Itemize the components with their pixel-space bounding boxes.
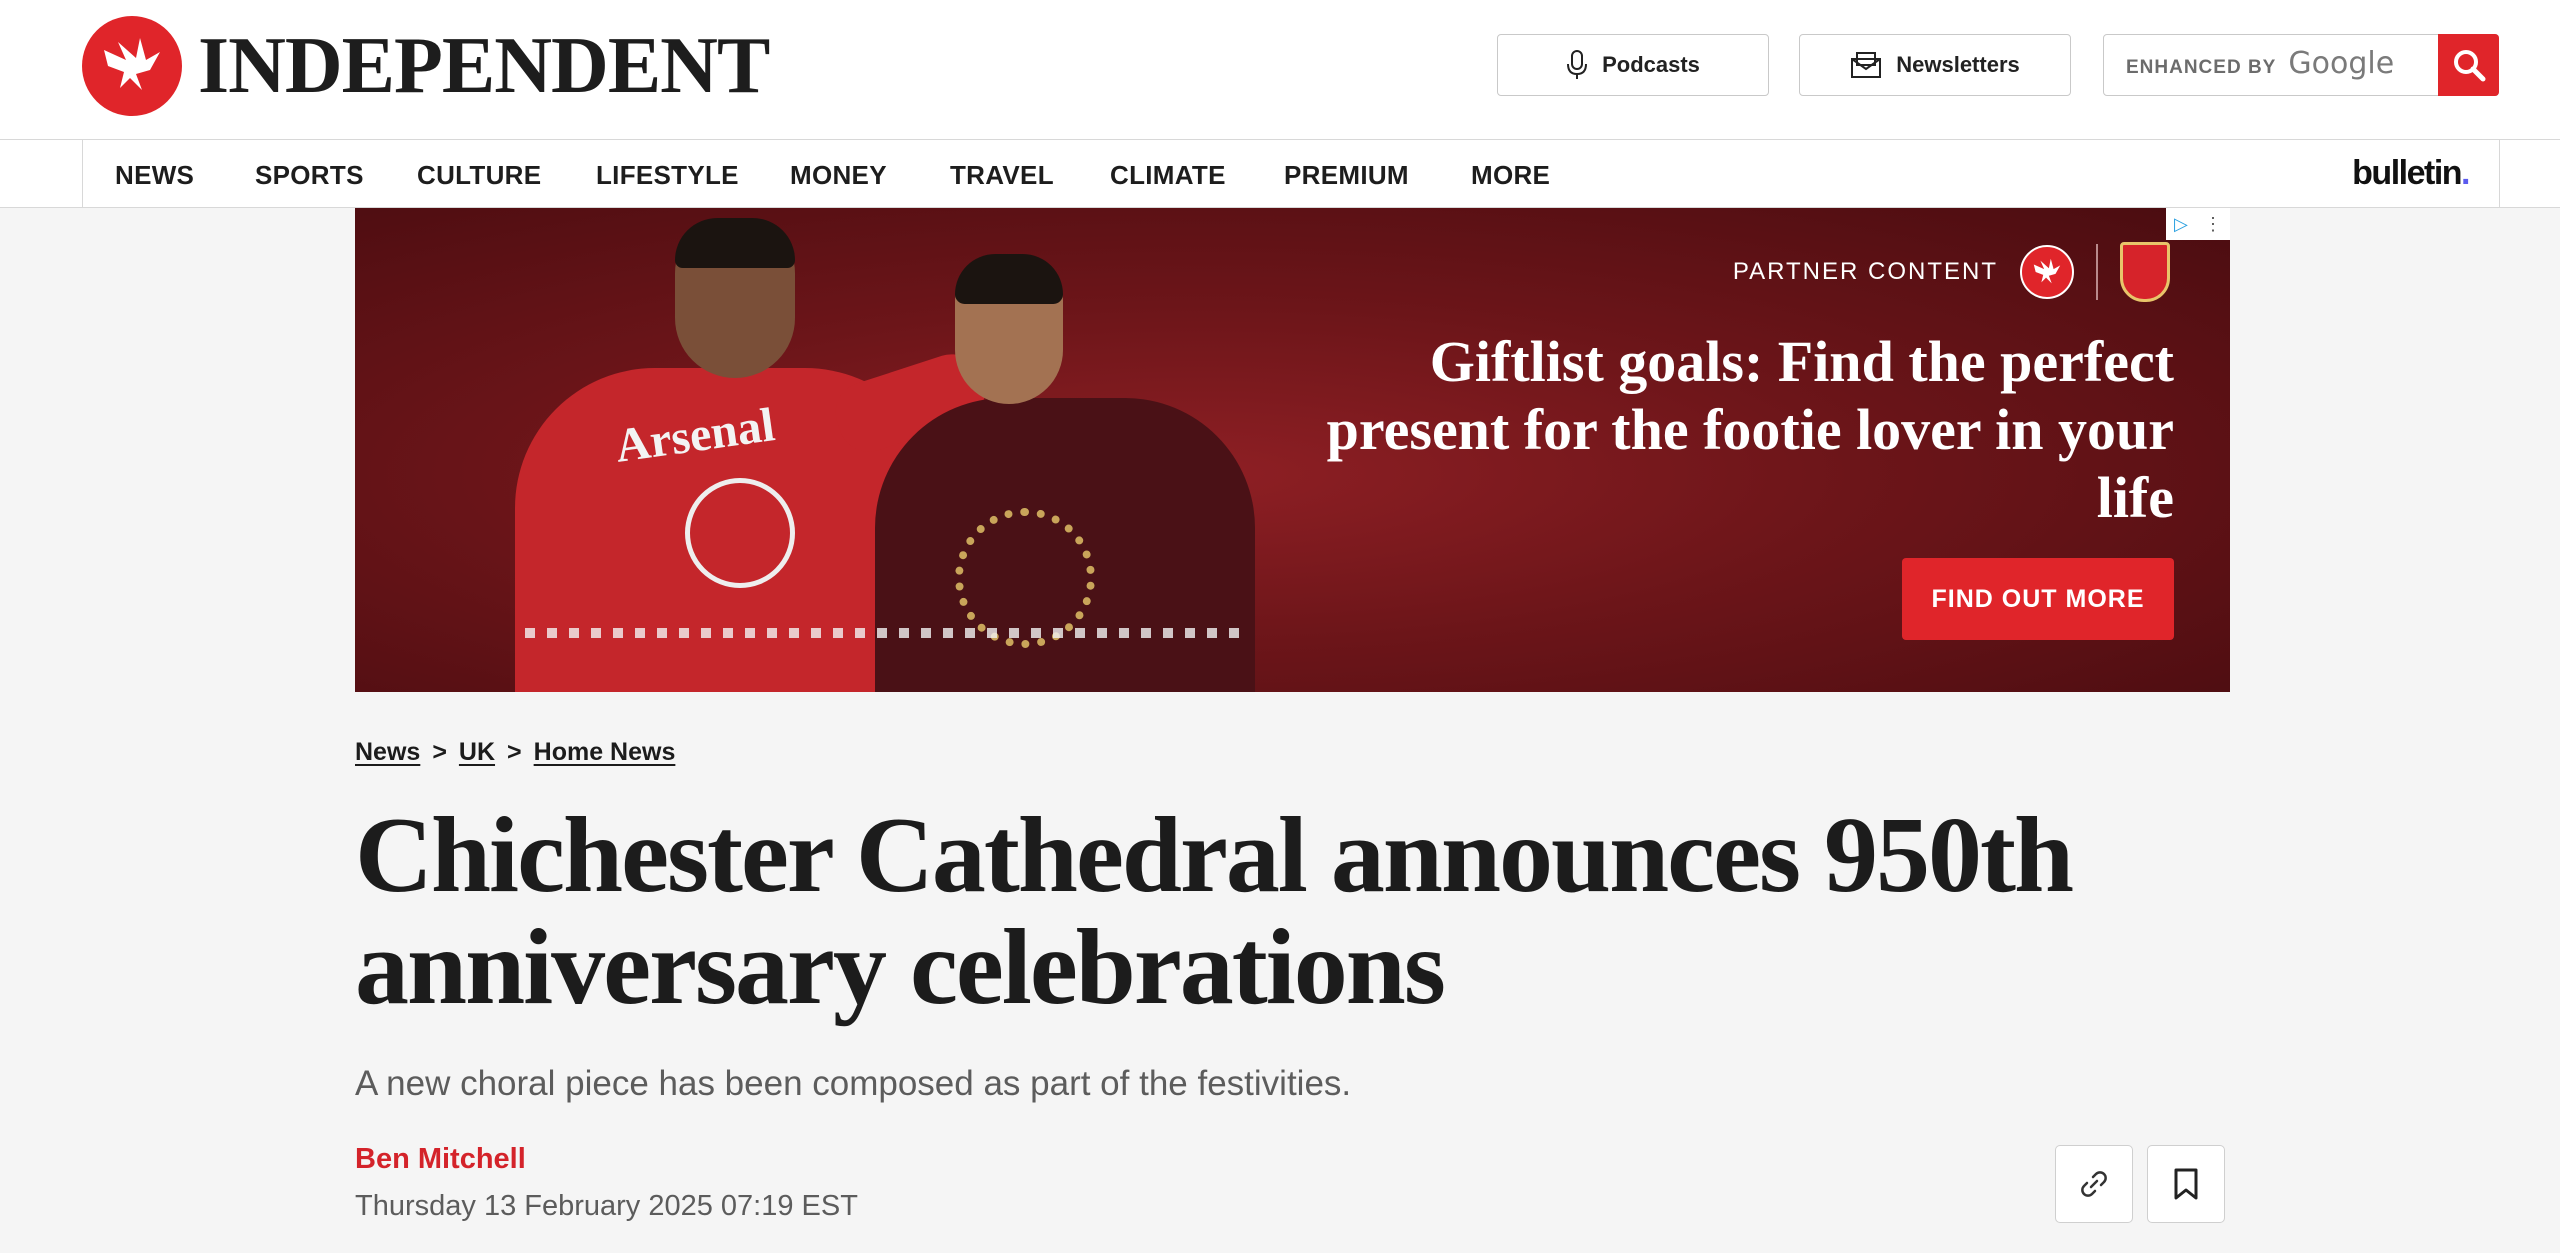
search-icon (2453, 50, 2485, 82)
breadcrumb-news[interactable]: News (355, 738, 420, 767)
logo-wordmark: INDEPENDENT (198, 22, 770, 110)
bookmark-button[interactable] (2147, 1145, 2225, 1223)
breadcrumb-separator: > (507, 738, 522, 766)
ad-person-right-head (955, 254, 1063, 404)
copy-link-button[interactable] (2055, 1145, 2133, 1223)
nav-item-more[interactable]: MORE (1471, 160, 1550, 191)
site-logo[interactable]: INDEPENDENT (82, 16, 770, 116)
nav-item-culture[interactable]: CULTURE (417, 160, 541, 191)
podcasts-button[interactable]: Podcasts (1497, 34, 1769, 96)
ad-person-left-head (675, 218, 795, 378)
bulletin-logo[interactable]: bulletin. (2352, 154, 2470, 193)
nav-item-news[interactable]: NEWS (115, 160, 194, 191)
partner-divider (2096, 244, 2098, 300)
adchoices-icon[interactable]: ▷ ⋮ (2166, 208, 2230, 240)
partner-label: PARTNER CONTENT (1732, 258, 1998, 285)
site-header: INDEPENDENT Podcasts Newsletters ENHANCE… (0, 0, 2560, 140)
author-link[interactable]: Ben Mitchell (355, 1143, 526, 1176)
nav-item-money[interactable]: MONEY (790, 160, 887, 191)
nav-item-lifestyle[interactable]: LIFESTYLE (596, 160, 739, 191)
article-headline: Chichester Cathedral announces 950th ann… (355, 796, 2074, 1027)
newsletters-button[interactable]: Newsletters (1799, 34, 2071, 96)
bookmark-icon (2174, 1168, 2198, 1200)
breadcrumb-uk[interactable]: UK (459, 738, 495, 767)
breadcrumb-home-news[interactable]: Home News (534, 738, 676, 767)
google-label: Google (2288, 46, 2395, 81)
link-icon (2081, 1171, 2107, 1197)
newsletters-label: Newsletters (1896, 52, 2020, 77)
find-out-more-button[interactable]: FIND OUT MORE (1902, 558, 2174, 640)
ad-sweater-pattern (525, 628, 1245, 638)
nav-item-premium[interactable]: PREMIUM (1284, 160, 1409, 191)
eagle-logo-icon (82, 16, 182, 116)
nav-item-climate[interactable]: CLIMATE (1110, 160, 1226, 191)
search-button[interactable] (2438, 34, 2499, 96)
ad-headline: Giftlist goals: Find the perfect present… (1326, 329, 2174, 530)
breadcrumb-separator: > (432, 738, 447, 766)
partner-content-label: PARTNER CONTENT (1733, 242, 2170, 302)
partner-ad-banner[interactable]: Arsenal PARTNER CONTENT Giftlist goals: … (355, 208, 2230, 692)
nav-item-sports[interactable]: SPORTS (255, 160, 364, 191)
enhanced-by-label: ENHANCED BY (2126, 57, 2277, 78)
main-nav: NEWS SPORTS CULTURE LIFESTYLE MONEY TRAV… (0, 140, 2560, 208)
arsenal-crest-icon (2120, 242, 2170, 302)
breadcrumb: News > UK > Home News (355, 738, 675, 767)
nav-item-travel[interactable]: TRAVEL (950, 160, 1054, 191)
microphone-icon (1567, 50, 1588, 79)
search-branding: ENHANCED BY Google (2126, 46, 2394, 81)
bulletin-label: bulletin (2352, 154, 2462, 192)
ad-sweater-wreath (955, 508, 1095, 648)
ad-sweater-crest (685, 478, 795, 588)
publish-date: Thursday 13 February 2025 07:19 EST (355, 1190, 858, 1222)
podcasts-label: Podcasts (1602, 52, 1700, 77)
nav-container: NEWS SPORTS CULTURE LIFESTYLE MONEY TRAV… (82, 140, 2500, 208)
envelope-icon (1851, 52, 1882, 78)
independent-eagle-icon (2020, 245, 2074, 299)
article-subheadline: A new choral piece has been composed as … (355, 1064, 1352, 1103)
bulletin-dot: . (2461, 154, 2470, 192)
